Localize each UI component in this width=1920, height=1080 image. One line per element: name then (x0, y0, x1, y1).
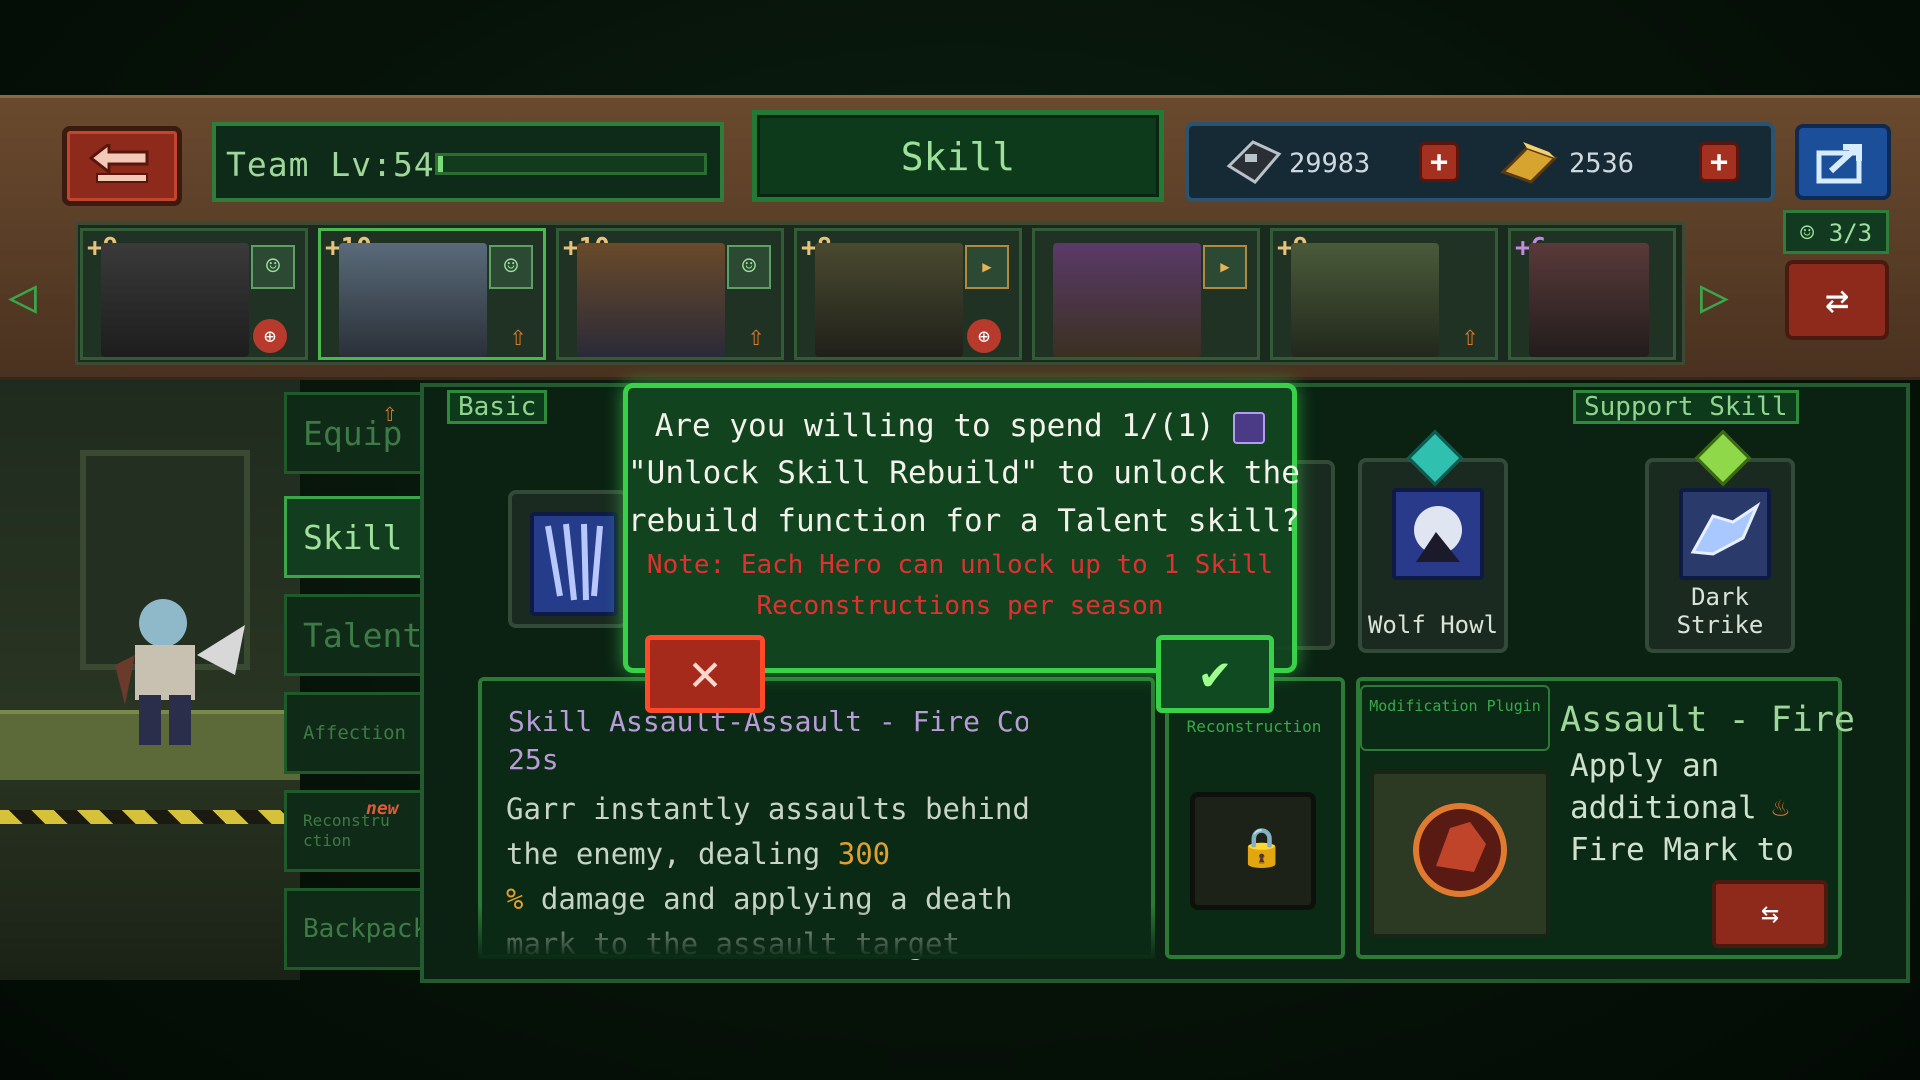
tab-affection[interactable]: Affection (284, 692, 420, 774)
dark-strike-label: Dark Strike (1676, 583, 1764, 639)
hero-card[interactable]: +10 ☺ ⇧ (318, 228, 546, 360)
resource-panel: 29983 + 2536 + (1185, 122, 1775, 202)
team-count-value: 3/3 (1828, 219, 1873, 247)
tab-skill-label: Skill (303, 517, 403, 557)
arrow-right-icon[interactable]: ▷ (1700, 268, 1729, 324)
plugin-description: Apply an additional Fire Mark to (1570, 748, 1794, 868)
skill-cooldown: 25s (508, 743, 559, 776)
back-arrow-icon (88, 144, 149, 183)
wolf-howl-label: Wolf Howl (1367, 611, 1499, 639)
hero-card[interactable]: +9 ⇧ (1270, 228, 1498, 360)
share-button[interactable] (1795, 124, 1891, 200)
person-icon: ☺ (727, 245, 771, 289)
modification-plugin-tag: Modification Plugin (1360, 685, 1550, 751)
fire-wolf-icon (1413, 803, 1507, 897)
tab-backpack-label: Backpack (303, 914, 429, 944)
hero-card[interactable]: ▸ (1032, 228, 1260, 360)
upgrade-arrow-icon: ⇧ (747, 319, 765, 352)
cancel-button[interactable]: ✕ (645, 635, 765, 713)
add-gold-button[interactable]: + (1699, 142, 1739, 182)
dialog-line-3: rebuild function for a Talent skill? (628, 503, 1300, 539)
hero-card[interactable]: +9 ☺ ⊕ (80, 228, 308, 360)
support-role-icon: ▸ (1203, 245, 1247, 289)
hazard-stripe (0, 810, 300, 824)
desc-part: Garr instantly assaults behind the enemy… (506, 792, 1030, 871)
reconstruction-label: Reconstruction (1186, 717, 1322, 736)
add-energy-button[interactable]: + (1419, 142, 1459, 182)
hero-portrait (1291, 243, 1439, 357)
swap-icon: ⇄ (1824, 277, 1850, 323)
description-fade (478, 905, 1155, 959)
upgrade-arrow-icon: ⇧ (509, 319, 527, 352)
section-basic: Basic (447, 390, 548, 424)
support-role-icon: ▸ (965, 245, 1009, 289)
tab-affection-label: Affection (303, 722, 406, 744)
team-level-progress (435, 153, 707, 175)
skill-card-wolf-howl[interactable]: Wolf Howl (1358, 458, 1508, 653)
tab-equip[interactable]: Equip (284, 392, 420, 474)
team-progress-fill (438, 156, 444, 172)
tab-backpack[interactable]: Backpack (284, 888, 428, 970)
team-level-label: Team Lv:54 (226, 145, 435, 184)
hero-card[interactable]: +10 ☺ ⇧ (556, 228, 784, 360)
desc-damage-value: 300 (837, 837, 891, 871)
lock-icon: 🔒 (1238, 825, 1286, 869)
gold-value: 2536 (1569, 148, 1635, 179)
back-button[interactable] (62, 126, 182, 206)
dialog-note-1: Note: Each Hero can unlock up to 1 Skill (646, 550, 1274, 580)
swap-hero-button[interactable]: ⇄ (1785, 260, 1889, 340)
skill-card-basic[interactable] (508, 490, 628, 628)
check-icon: ✔ (1200, 645, 1230, 701)
person-icon: ☺ (489, 245, 533, 289)
close-icon: ✕ (689, 643, 721, 703)
tab-talents[interactable]: Talents (284, 594, 442, 676)
alert-badge-icon: ⊕ (967, 319, 1001, 353)
confirm-button[interactable]: ✔ (1156, 635, 1274, 713)
hero-card[interactable]: +8 ▸ ⊕ (794, 228, 1022, 360)
arrow-left-icon[interactable]: ◁ (8, 268, 37, 324)
hero-portrait (1529, 243, 1649, 357)
dialog-note-2: Reconstructions per season (756, 591, 1164, 621)
fire-mark-icon: ♨ (1772, 790, 1789, 823)
plugin-slot[interactable] (1370, 770, 1550, 938)
hero-portrait (339, 243, 487, 357)
section-support-skill: Support Skill (1573, 390, 1799, 424)
energy-value: 29983 (1289, 148, 1371, 179)
upgrade-arrow-icon: ⇧ (382, 398, 398, 428)
hero-portrait (815, 243, 963, 357)
dark-strike-icon (1679, 488, 1771, 580)
dialog-line-1-text: Are you willing to spend 1/(1) (654, 408, 1215, 444)
page-title: Skill (900, 135, 1016, 179)
share-icon (1816, 144, 1862, 184)
plugin-title: Assault - Fire (1560, 700, 1856, 740)
new-badge: new (366, 798, 399, 819)
tab-reconstruction[interactable]: Reconstruction (284, 790, 420, 872)
skill-detail-title: Skill Assault-Assault - Fire Co (508, 705, 1028, 738)
dialog-line-1: Are you willing to spend 1/(1) (628, 408, 1292, 444)
wolf-howl-icon (1392, 488, 1484, 580)
alert-badge-icon: ⊕ (253, 319, 287, 353)
tab-skill[interactable]: Skill (284, 496, 420, 578)
dialog-line-2: "Unlock Skill Rebuild" to unlock the (628, 455, 1300, 491)
energy-cell-icon (1226, 140, 1282, 184)
person-icon: ☺ (251, 245, 295, 289)
skill-rebuild-item-icon (1233, 411, 1266, 444)
swap-icon: ⇆ (1760, 896, 1780, 931)
hero-portrait (1053, 243, 1201, 357)
hero-sprite (115, 599, 245, 745)
team-count: ☺ 3/3 (1783, 210, 1889, 254)
hero-card[interactable]: +6 (1508, 228, 1676, 360)
claw-skill-icon (530, 512, 618, 616)
gold-bar-icon (1500, 142, 1558, 184)
upgrade-arrow-icon: ⇧ (1461, 319, 1479, 352)
skill-card-dark-strike[interactable]: Dark Strike (1645, 458, 1795, 653)
hero-portrait (577, 243, 725, 357)
swap-plugin-button[interactable]: ⇆ (1712, 880, 1828, 948)
hero-portrait (101, 243, 249, 357)
